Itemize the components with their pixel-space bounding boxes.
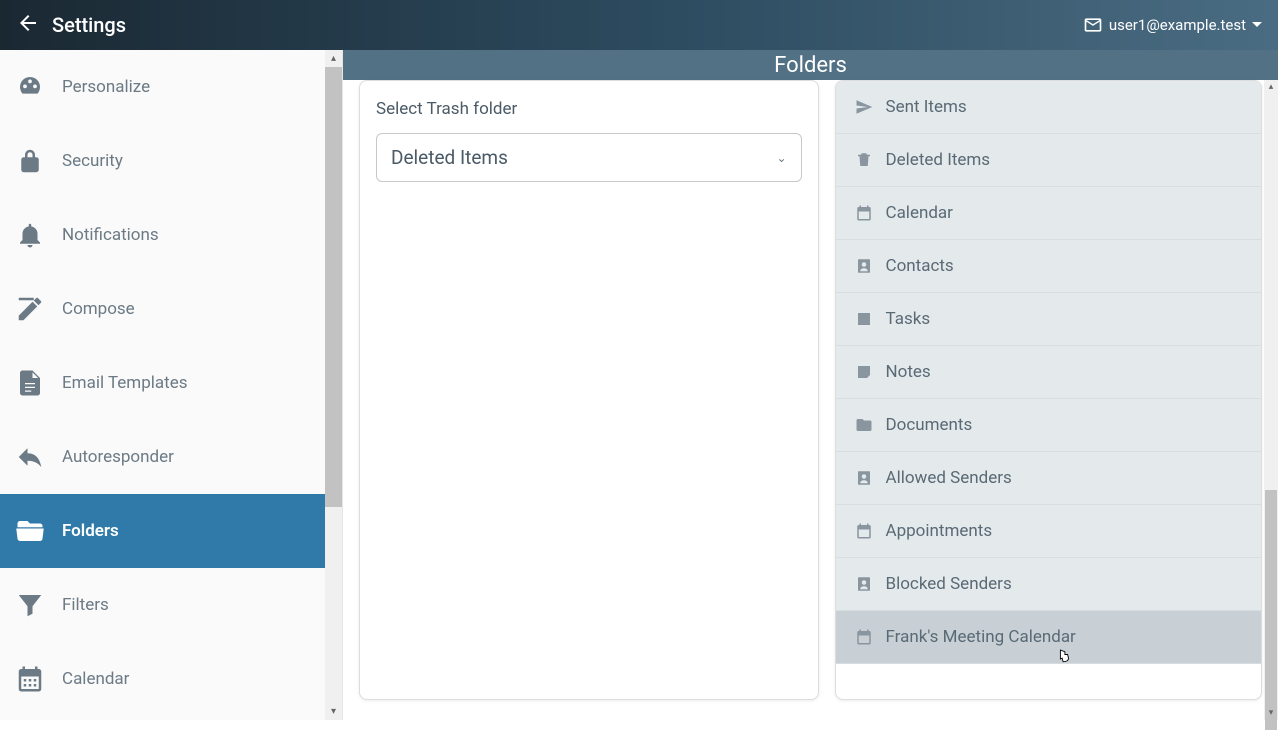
select-trash-label: Select Trash folder [376, 99, 802, 119]
sidebar-item-label: Folders [62, 521, 119, 541]
sidebar-item-columns[interactable]: Columns [0, 716, 325, 720]
trash-folder-select[interactable]: Deleted Items ⌄ [376, 133, 802, 182]
sidebar-item-label: Calendar [62, 669, 129, 689]
calendar-icon [854, 522, 874, 540]
folder-label: Calendar [886, 203, 953, 223]
sidebar-item-label: Notifications [62, 225, 159, 245]
send-icon [854, 98, 874, 116]
main-scrollbar[interactable]: ▴ ▾ [1264, 80, 1278, 720]
settings-sidebar: Personalize Security Notifications Compo… [0, 50, 343, 720]
scroll-thumb[interactable] [325, 67, 342, 507]
folder-item[interactable]: Deleted Items [836, 134, 1262, 187]
chevron-down-icon [1252, 20, 1262, 30]
folder-item[interactable]: Allowed Senders [836, 452, 1262, 505]
folder-label: Notes [886, 362, 931, 382]
check-icon [854, 310, 874, 328]
sidebar-item-security[interactable]: Security [0, 124, 325, 198]
bell-icon [14, 220, 46, 250]
contact-icon [854, 469, 874, 487]
calendar-icon [854, 204, 874, 222]
sidebar-item-email-templates[interactable]: Email Templates [0, 346, 325, 420]
folder-item[interactable]: Frank's Meeting Calendar [836, 611, 1262, 664]
folder-item[interactable]: Calendar [836, 187, 1262, 240]
lock-icon [14, 146, 46, 176]
scroll-up-icon[interactable]: ▴ [1264, 80, 1278, 94]
sidebar-item-label: Compose [62, 299, 135, 319]
folder-label: Appointments [886, 521, 993, 541]
compose-icon [14, 294, 46, 324]
folder-label: Blocked Senders [886, 574, 1012, 594]
sidebar-item-personalize[interactable]: Personalize [0, 50, 325, 124]
folder-item[interactable]: Notes [836, 346, 1262, 399]
trash-icon [854, 151, 874, 169]
sidebar-item-compose[interactable]: Compose [0, 272, 325, 346]
page-title: Settings [52, 13, 126, 37]
folder-label: Deleted Items [886, 150, 991, 170]
sidebar-item-calendar[interactable]: Calendar [0, 642, 325, 716]
sidebar-item-label: Filters [62, 595, 109, 615]
folder-icon [854, 416, 874, 434]
sidebar-item-autoresponder[interactable]: Autoresponder [0, 420, 325, 494]
reply-icon [14, 442, 46, 472]
contact-icon [854, 575, 874, 593]
folder-item[interactable]: Tasks [836, 293, 1262, 346]
folder-label: Contacts [886, 256, 954, 276]
folder-label: Documents [886, 415, 973, 435]
folder-item[interactable]: Blocked Senders [836, 558, 1262, 611]
calendar-icon [854, 628, 874, 646]
folder-label: Sent Items [886, 97, 967, 117]
folder-item[interactable]: Appointments [836, 505, 1262, 558]
folder-open-icon [14, 516, 46, 546]
filter-icon [14, 590, 46, 620]
folder-label: Frank's Meeting Calendar [886, 627, 1076, 647]
scroll-thumb[interactable] [1265, 490, 1277, 730]
user-menu[interactable]: user1@example.test [1083, 15, 1262, 35]
calendar-grid-icon [14, 664, 46, 694]
folder-list-panel: Sent Items Deleted Items Calendar Contac… [835, 80, 1263, 700]
app-header: Settings user1@example.test [0, 0, 1278, 50]
folder-label: Allowed Senders [886, 468, 1012, 488]
folder-item[interactable]: Contacts [836, 240, 1262, 293]
scroll-down-icon[interactable]: ▾ [1264, 706, 1278, 720]
sidebar-item-filters[interactable]: Filters [0, 568, 325, 642]
folder-item[interactable]: Documents [836, 399, 1262, 452]
select-value: Deleted Items [391, 146, 508, 169]
sidebar-item-folders[interactable]: Folders [0, 494, 325, 568]
contact-icon [854, 257, 874, 275]
content-title: Folders [343, 50, 1278, 80]
folder-label: Tasks [886, 309, 931, 329]
sidebar-scrollbar[interactable]: ▴ ▾ [325, 50, 342, 720]
scroll-down-icon[interactable]: ▾ [325, 703, 342, 720]
sidebar-item-label: Autoresponder [62, 447, 174, 467]
scroll-up-icon[interactable]: ▴ [325, 50, 342, 67]
sidebar-item-label: Email Templates [62, 373, 188, 393]
note-icon [854, 363, 874, 381]
folder-item[interactable]: Sent Items [836, 81, 1262, 134]
main-content: Folders Select Trash folder Deleted Item… [343, 50, 1278, 720]
gauge-icon [14, 72, 46, 102]
trash-folder-panel: Select Trash folder Deleted Items ⌄ [359, 80, 819, 700]
sidebar-item-label: Security [62, 151, 123, 171]
file-icon [14, 368, 46, 398]
back-button[interactable] [16, 11, 40, 39]
chevron-down-icon: ⌄ [776, 151, 786, 165]
sidebar-item-notifications[interactable]: Notifications [0, 198, 325, 272]
user-email: user1@example.test [1109, 16, 1246, 34]
sidebar-item-label: Personalize [62, 77, 150, 97]
